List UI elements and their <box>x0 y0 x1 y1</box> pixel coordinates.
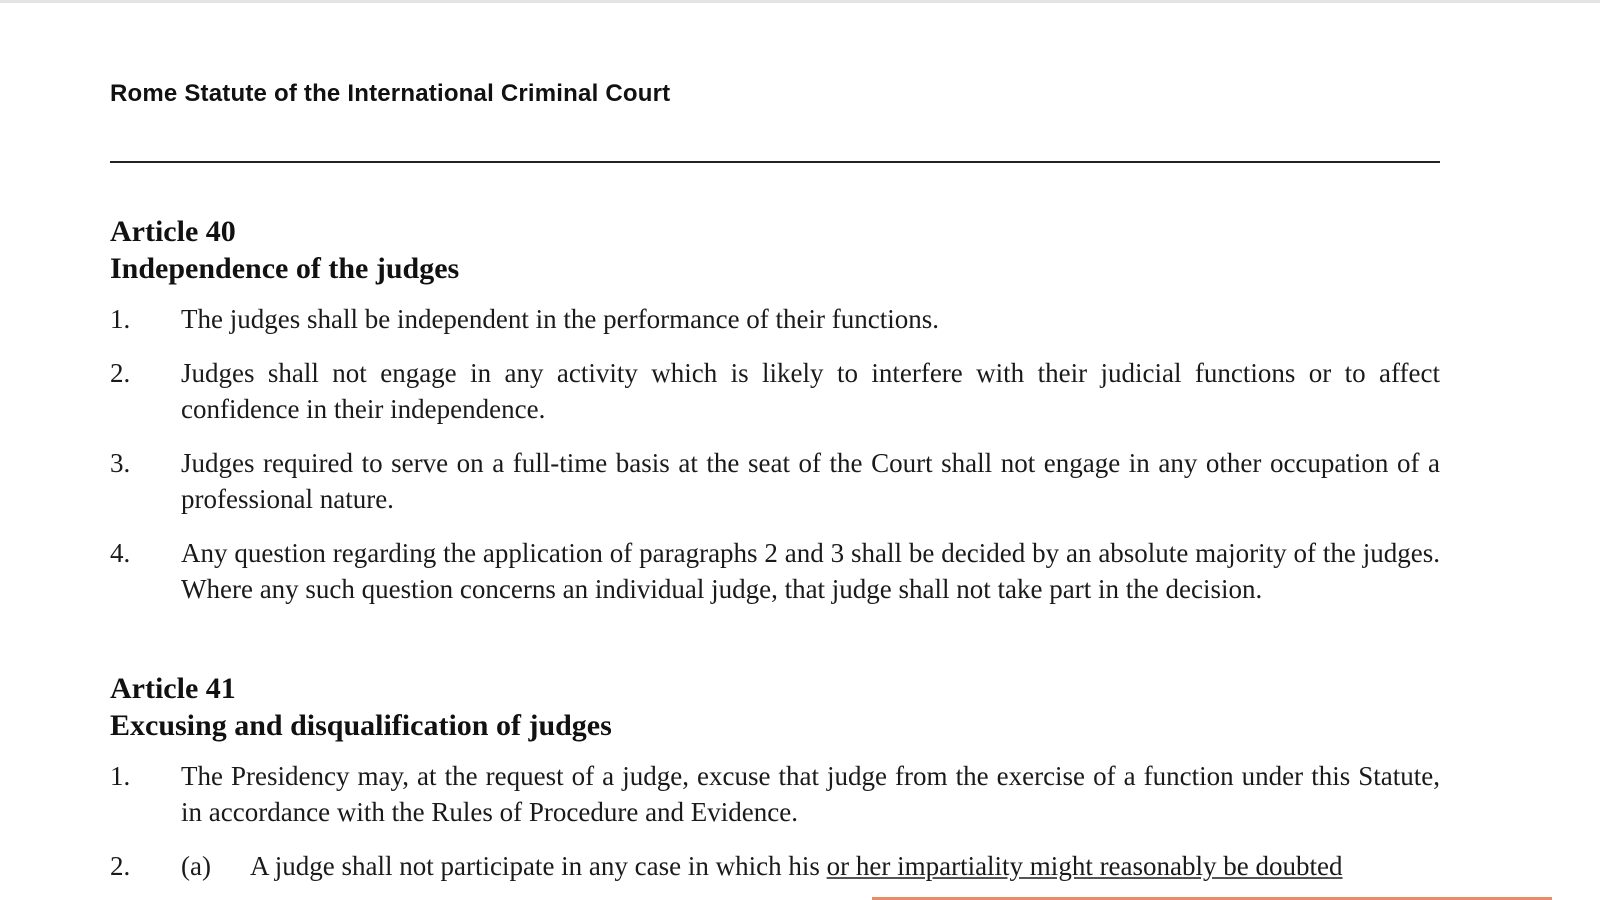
article-40-paragraph-2: 2. Judges shall not engage in any activi… <box>110 355 1440 427</box>
article-40-paragraph-4: 4. Any question regarding the applicatio… <box>110 535 1440 607</box>
paragraph-text: The judges shall be independent in the p… <box>181 304 940 334</box>
paragraph-text: Any question regarding the application o… <box>181 538 1440 604</box>
article-40: Article 40 Independence of the judges 1.… <box>110 213 1440 625</box>
paragraph-number: 2. <box>110 851 131 881</box>
article-41-number: Article 41 <box>110 672 236 705</box>
paragraph-text: Judges shall not engage in any activity … <box>181 358 1440 424</box>
window-top-border <box>0 0 1600 3</box>
article-41-title: Excusing and disqualification of judges <box>110 709 612 742</box>
paragraph-number: 1. <box>110 761 131 791</box>
paragraph-number: 1. <box>110 304 131 334</box>
article-40-paragraphs: 1. The judges shall be independent in th… <box>110 301 1440 607</box>
paragraph-text: (a) A judge shall not participate in any … <box>181 848 1440 884</box>
article-40-title: Independence of the judges <box>110 252 460 285</box>
selected-text[interactable]: or her impartiality might reasonably be … <box>827 851 1343 881</box>
paragraph-number: 2. <box>110 358 131 388</box>
article-41-paragraphs: 1. The Presidency may, at the request of… <box>110 758 1440 884</box>
header-rule <box>110 161 1440 163</box>
article-40-paragraph-1: 1. The judges shall be independent in th… <box>110 301 1440 337</box>
article-41-paragraph-2: 2. (a) A judge shall not participate in a… <box>110 848 1440 884</box>
article-41: Article 41 Excusing and disqualification… <box>110 670 1440 900</box>
paragraph-number: 3. <box>110 448 131 478</box>
article-41-paragraph-1: 1. The Presidency may, at the request of… <box>110 758 1440 830</box>
article-40-paragraph-3: 3. Judges required to serve on a full-ti… <box>110 445 1440 517</box>
running-header: Rome Statute of the International Crimin… <box>110 80 671 107</box>
subparagraph-label: (a) <box>181 851 211 881</box>
paragraph-text: The Presidency may, at the request of a … <box>181 761 1440 827</box>
paragraph-number: 4. <box>110 538 131 568</box>
subparagraph-text: A judge shall not participate in any cas… <box>250 851 827 881</box>
paragraph-text: Judges required to serve on a full-time … <box>181 448 1440 514</box>
article-40-number: Article 40 <box>110 215 236 248</box>
